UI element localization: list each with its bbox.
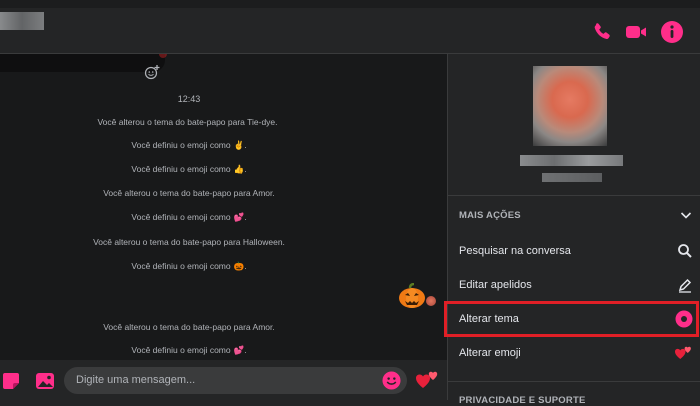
section-title-more-actions[interactable]: MAIS AÇÕES (459, 210, 521, 221)
window-top-strip (0, 0, 700, 8)
emoji-picker-icon[interactable] (382, 371, 401, 390)
system-message: Você definiu o emoji como ✌️. (131, 140, 247, 151)
conversation-header (0, 0, 700, 54)
system-message: Você definiu o emoji como 👍. (131, 164, 247, 175)
system-message: Você alterou o tema do bate-papo para Ha… (93, 237, 285, 247)
action-label: Pesquisar na conversa (459, 245, 571, 257)
divider (448, 195, 700, 196)
contact-status-blurred (542, 173, 602, 182)
conversation-details-panel: MAIS AÇÕES Pesquisar na conversa Editar … (447, 54, 700, 406)
send-hearts-icon[interactable] (416, 370, 440, 390)
pencil-icon (678, 278, 692, 293)
action-search-conversation[interactable]: Pesquisar na conversa (448, 236, 700, 266)
section-title-privacy-support[interactable]: PRIVACIDADE E SUPORTE (459, 395, 586, 406)
action-label: Alterar emoji (459, 347, 521, 359)
message-input[interactable]: Digite uma mensagem... (64, 367, 407, 394)
info-icon[interactable] (660, 20, 684, 44)
seen-avatar (426, 296, 436, 306)
phone-icon[interactable] (590, 20, 614, 44)
highlight-box (444, 301, 699, 337)
system-message: Você alterou o tema do bate-papo para Am… (103, 188, 275, 198)
video-camera-icon[interactable] (624, 20, 648, 44)
system-message: Você definiu o emoji como 🎃. (131, 261, 247, 272)
chevron-down-icon[interactable] (680, 209, 692, 221)
message-thread[interactable]: 12:43 Você alterou o tema do bate-papo p… (0, 54, 447, 360)
contact-avatar-blurred[interactable] (533, 66, 607, 146)
search-icon (678, 244, 692, 258)
add-reaction-icon[interactable] (143, 63, 161, 81)
contact-name-blurred (0, 12, 44, 30)
divider (448, 381, 700, 382)
emoji-thumbs-up: 👍 (233, 164, 245, 175)
action-label: Editar apelidos (459, 279, 532, 291)
action-change-emoji[interactable]: Alterar emoji (448, 338, 700, 368)
action-edit-nicknames[interactable]: Editar apelidos (448, 270, 700, 300)
emoji-pumpkin: 🎃 (233, 261, 245, 272)
pumpkin-emoji-message[interactable] (398, 283, 426, 309)
header-actions (590, 20, 700, 44)
message-composer: Digite uma mensagem... (0, 360, 447, 400)
system-message: Você definiu o emoji como 💕. (131, 212, 247, 223)
system-message: Você alterou o tema do bate-papo para Ti… (97, 117, 278, 127)
hearts-icon (675, 346, 691, 359)
emoji-peace: ✌️ (233, 140, 245, 151)
emoji-hearts: 💕 (233, 345, 245, 356)
system-message: Você alterou o tema do bate-papo para Am… (103, 322, 275, 332)
system-message: Você definiu o emoji como 💕. (131, 345, 247, 356)
previous-media-blurred (0, 54, 167, 72)
message-timestamp: 12:43 (177, 94, 201, 104)
sticker-icon[interactable] (1, 371, 21, 391)
gallery-icon[interactable] (35, 371, 55, 391)
emoji-hearts: 💕 (233, 212, 245, 223)
contact-name-blurred (520, 155, 623, 166)
